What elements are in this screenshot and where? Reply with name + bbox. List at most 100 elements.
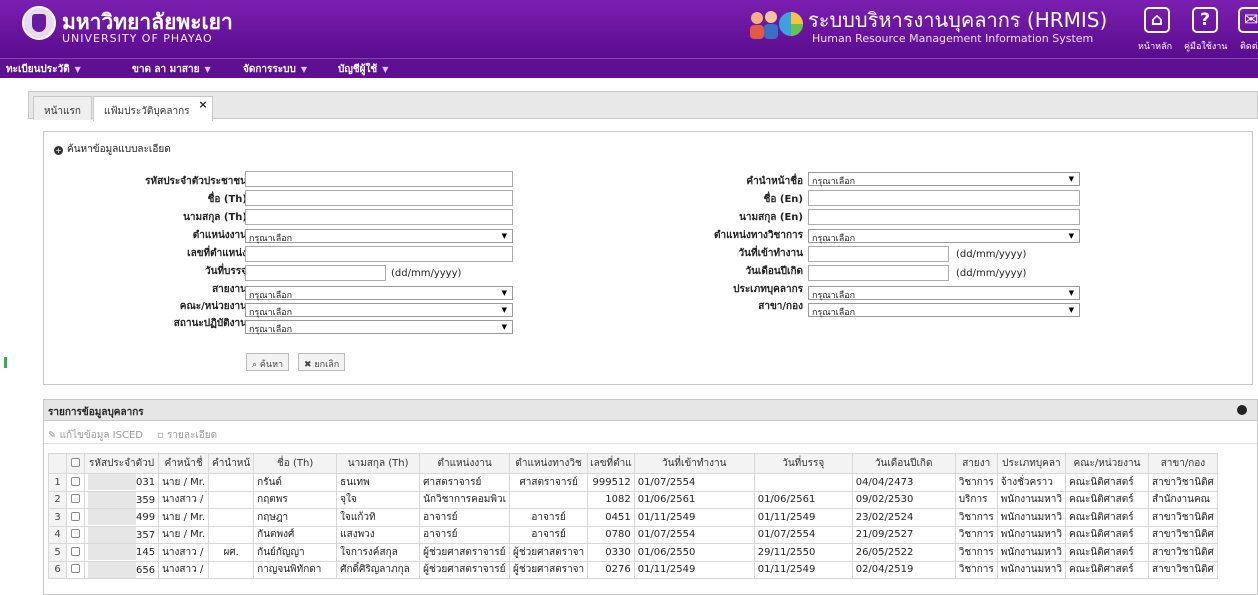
tab-home[interactable]: หน้าแรก [33,96,92,120]
tab-personnel-file[interactable]: แฟ้มประวัติบุคลากร × [93,96,213,121]
academic-position-select[interactable]: กรุณาเลือก [808,229,1080,244]
chevron-down-icon: ▼ [204,65,211,74]
row-select[interactable] [66,525,85,544]
table-cell: 01/06/2550 [633,543,755,562]
column-header[interactable]: รหัสประจำตัวป [83,453,160,474]
table-row[interactable]: 4 357 นาย / Mr. กันตพงศ์ แสงพวง อาจารย์ … [48,525,1218,544]
help-icon[interactable]: ? [1192,7,1218,33]
last-name-en-input[interactable] [808,209,1080,225]
checkbox[interactable] [71,476,80,486]
table-cell: อาจารย์ [419,525,511,544]
birth-date-input[interactable] [808,265,949,281]
column-header[interactable]: นามสกุล (Th) [336,453,421,474]
first-name-en-input[interactable] [808,190,1080,206]
citizen-id-input[interactable] [245,171,513,187]
table-cell: อาจารย์ [509,525,589,544]
column-header[interactable]: คณะ/หน่วยงาน [1065,453,1149,474]
menu-item-records[interactable]: ทะเบียนประวัติ ▼ [6,62,81,77]
column-header[interactable]: ตำแหน่งทางวิช [509,453,589,474]
table-cell: 09/02/2530 [851,490,956,509]
checkbox[interactable] [71,546,80,556]
select-all-header[interactable] [66,453,85,474]
position-select[interactable]: กรุณาเลือก [245,229,513,244]
checkbox[interactable] [71,458,80,467]
job-line-select[interactable]: กรุณาเลือก [245,286,513,301]
menu-item-account[interactable]: บัญชีผู้ใช้ ▼ [338,62,388,77]
table-cell: นางสาว / [158,560,210,579]
checkbox[interactable] [71,529,80,539]
row-select[interactable] [66,508,85,527]
table-cell: 0276 [587,560,635,579]
close-icon[interactable]: × [198,98,207,111]
column-header[interactable]: คำนำหน้ [208,453,255,474]
edit-isced-button[interactable]: ✎ แก้ไขข้อมูล ISCED [48,428,143,443]
position-number-input[interactable] [245,246,513,262]
column-header[interactable]: สายงา [954,453,998,474]
table-cell: กฤตพร [253,490,338,509]
table-cell [208,560,255,579]
column-header[interactable]: คำหน้าชื่ [158,453,210,474]
menu-item-system[interactable]: จัดการระบบ ▼ [243,62,307,77]
table-cell: ใจแก้วทิ [336,508,421,527]
cancel-button[interactable]: ✖ ยกเลิก [298,353,346,371]
row-select[interactable] [66,490,85,509]
collapse-icon[interactable] [1237,405,1247,415]
checkbox[interactable] [71,494,80,504]
table-cell: 01/11/2549 [753,508,853,527]
last-name-th-input[interactable] [245,209,513,225]
title-prefix-select[interactable]: กรุณาเลือก [808,172,1080,187]
table-row[interactable]: 6 656 นางสาว / กาญจนพิทักดา ศักดิ์ศิริญล… [48,560,1218,579]
redacted-block [88,509,136,526]
start-date-input[interactable] [808,246,949,262]
table-row[interactable]: 5 145 นางสาว / ผศ. กันย์กัญญา ใจการงค์สก… [48,543,1218,562]
row-number: 1 [48,473,67,492]
table-cell [753,473,853,492]
row-select[interactable] [66,560,85,579]
table-cell: กันตพงศ์ [253,525,338,544]
faculty-select[interactable]: กรุณาเลือก [245,303,513,318]
column-header[interactable]: วันเดือนปีเกิด [851,453,956,474]
row-number-header [48,453,67,474]
row-number: 2 [48,490,67,509]
redacted-block [88,544,136,561]
column-header[interactable]: เลขที่ตำแ [587,453,635,474]
position-number-label: เลขที่ตำแหน่ง [187,248,247,259]
table-cell: นาย / Mr. [158,525,210,544]
row-select[interactable] [66,473,85,492]
division-select[interactable]: กรุณาเลือก [808,303,1080,318]
close-icon: ✖ [304,360,315,370]
search-button[interactable]: ⌕ ค้นหา [246,353,290,371]
details-button[interactable]: ▫ รายละเอียด [157,428,217,443]
column-header[interactable]: ตำแหน่งงาน [419,453,511,474]
checkbox[interactable] [71,564,80,574]
table-cell: นาย / Mr. [158,473,210,492]
table-row[interactable]: 1 031 นาย / Mr. กรันต์ ธนเทพ ศาสตราจารย์… [48,473,1218,492]
column-header[interactable]: สาขา/กอง [1148,453,1218,474]
first-name-th-input[interactable] [245,190,513,206]
mail-icon[interactable]: ✉ [1238,7,1258,33]
column-header[interactable]: วันที่เข้าทำงาน [633,453,755,474]
work-status-select[interactable]: กรุณาเลือก [245,320,513,335]
plus-circle-icon: + [54,146,63,155]
table-cell: พนักงานมหาวิ [996,525,1067,544]
cell-text: 359 [136,494,156,506]
contact-button-label[interactable]: ติดต่อ [1240,39,1258,53]
panel-title: ค้นหาข้อมูลแบบละเอียด [67,144,171,155]
home-button-label[interactable]: หน้าหลัก [1138,39,1172,53]
column-header[interactable]: ประเภทบุคลา [996,453,1067,474]
table-cell: พนักงานมหาวิ [996,508,1067,527]
advanced-search-toggle[interactable]: + ค้นหาข้อมูลแบบละเอียด [54,142,171,157]
table-row[interactable]: 3 499 นาย / Mr. กฤษฎา ใจแก้วทิ อาจารย์ อ… [48,508,1218,527]
row-select[interactable] [66,543,85,562]
column-header[interactable]: ชื่อ (Th) [253,453,338,474]
appointment-date-input[interactable] [245,265,386,281]
column-header[interactable]: วันที่บรรจุ [753,453,853,474]
menu-item-leave[interactable]: ขาด ลา มาสาย ▼ [132,62,211,77]
personnel-type-select[interactable]: กรุณาเลือก [808,286,1080,301]
checkbox[interactable] [71,511,80,521]
help-button-label[interactable]: คู่มือใช้งาน [1184,39,1227,53]
home-icon[interactable]: ⌂ [1144,7,1170,33]
table-row[interactable]: 2 359 นางสาว / กฤตพร จุใจ นักวิชาการคอมพ… [48,490,1218,509]
table-cell: วิชาการ [954,473,998,492]
citizen-id-cell: 499 [83,508,160,527]
